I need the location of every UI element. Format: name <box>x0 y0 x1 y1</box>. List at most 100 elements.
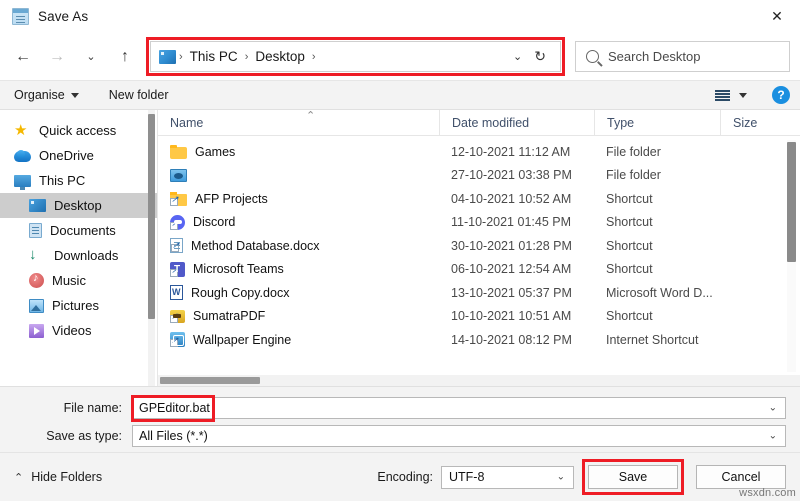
desktop-icon <box>29 199 46 212</box>
file-name-label: SumatraPDF <box>193 309 265 323</box>
downloads-icon: ↓ <box>29 248 46 263</box>
save-button[interactable]: Save <box>588 465 678 489</box>
refresh-icon[interactable]: ↻ <box>532 48 554 65</box>
sidebar-item-videos[interactable]: Videos <box>0 318 157 343</box>
forward-button[interactable]: → <box>40 41 74 73</box>
dialog-footer: ⌃ Hide Folders Encoding: UTF-8 ⌄ Save Ca… <box>0 452 800 501</box>
save-as-type-select[interactable]: All Files (*.*) ⌄ <box>132 425 786 447</box>
search-placeholder: Search Desktop <box>608 49 701 64</box>
search-input[interactable]: Search Desktop <box>575 41 790 72</box>
cancel-button[interactable]: Cancel <box>696 465 786 489</box>
file-type-cell: Shortcut <box>594 309 720 323</box>
file-date-cell: 13-10-2021 05:37 PM <box>439 286 594 300</box>
table-row[interactable]: Discord 11-10-2021 01:45 PM Shortcut <box>158 211 800 235</box>
sidebar-item-quick-access[interactable]: ★ Quick access <box>0 118 157 143</box>
organise-button[interactable]: Organise <box>14 88 79 102</box>
file-name-label: Games <box>195 145 235 159</box>
close-icon[interactable]: ✕ <box>754 0 800 33</box>
chevron-down-icon: ⌄ <box>557 472 565 483</box>
up-button[interactable]: ↑ <box>108 41 142 73</box>
file-name-cell: Microsoft Teams <box>158 262 439 277</box>
hide-folders-button[interactable]: ⌃ Hide Folders <box>14 470 102 484</box>
file-type-cell: Microsoft Word D... <box>594 286 720 300</box>
table-row[interactable]: Games 12-10-2021 11:12 AM File folder <box>158 140 800 164</box>
sidebar-item-this-pc[interactable]: This PC <box>0 168 157 193</box>
file-date-cell: 10-10-2021 10:51 AM <box>439 309 594 323</box>
encoding-value: UTF-8 <box>449 470 484 484</box>
view-caret-down-icon[interactable] <box>739 93 747 98</box>
column-header-type[interactable]: Type <box>594 110 720 136</box>
navigation-bar: ← → ⌄ ↑ › This PC › Desktop › ⌄ ↻ Search… <box>0 33 800 80</box>
sidebar-item-desktop[interactable]: Desktop <box>0 193 157 218</box>
file-name-cell: Rough Copy.docx <box>158 285 439 300</box>
table-row[interactable]: 27-10-2021 03:38 PM File folder <box>158 164 800 188</box>
sidebar-item-onedrive[interactable]: OneDrive <box>0 143 157 168</box>
sidebar-item-pictures[interactable]: Pictures <box>0 293 157 318</box>
star-icon: ★ <box>14 123 31 138</box>
save-as-type-value: All Files (*.*) <box>139 429 208 443</box>
file-name-cell: SumatraPDF <box>158 309 439 323</box>
navigation-sidebar: ★ Quick access OneDrive This PC Desktop … <box>0 110 157 386</box>
encoding-label: Encoding: <box>377 470 433 484</box>
sidebar-item-label: Quick access <box>39 123 116 138</box>
dialog-body: ★ Quick access OneDrive This PC Desktop … <box>0 110 800 387</box>
file-type-cell: Shortcut <box>594 192 720 206</box>
sumatrapdf-icon <box>170 310 185 323</box>
new-folder-button[interactable]: New folder <box>109 88 169 102</box>
file-list-hscrollbar-thumb[interactable] <box>160 377 260 384</box>
encoding-select[interactable]: UTF-8 ⌄ <box>441 466 574 489</box>
sidebar-item-label: Videos <box>52 323 92 338</box>
sidebar-item-label: Documents <box>50 223 116 238</box>
table-row[interactable]: AFP Projects 04-10-2021 10:52 AM Shortcu… <box>158 187 800 211</box>
file-name-cell <box>158 169 439 182</box>
fields-area: File name: GPEditor.bat ⌄ Save as type: … <box>0 387 800 452</box>
documents-icon <box>29 223 42 238</box>
breadcrumb-this-pc[interactable]: This PC <box>184 49 244 64</box>
column-header-date-label: Date modified <box>452 116 529 130</box>
file-type-cell: Shortcut <box>594 239 720 253</box>
file-name-label: Microsoft Teams <box>193 262 284 276</box>
this-pc-icon <box>159 50 176 64</box>
organise-label: Organise <box>14 88 65 102</box>
view-controls: ? <box>715 86 790 104</box>
chevron-down-icon[interactable]: ⌄ <box>769 403 777 414</box>
breadcrumb-desktop[interactable]: Desktop <box>249 49 311 64</box>
file-date-cell: 30-10-2021 01:28 PM <box>439 239 594 253</box>
network-folder-icon <box>170 169 187 182</box>
window-title: Save As <box>38 9 88 24</box>
column-header-size[interactable]: Size <box>720 110 778 136</box>
file-name-cell: Games <box>158 145 439 159</box>
file-rows: Games 12-10-2021 11:12 AM File folder 27… <box>158 136 800 386</box>
file-list-scrollbar-thumb[interactable] <box>787 142 796 262</box>
sidebar-scrollbar-thumb[interactable] <box>148 114 155 319</box>
file-name-cell: AFP Projects <box>158 192 439 206</box>
file-name-cell: Discord <box>158 215 439 230</box>
table-row[interactable]: Microsoft Teams 06-10-2021 12:54 AM Shor… <box>158 258 800 282</box>
chevron-down-icon[interactable]: ⌄ <box>769 431 777 442</box>
this-pc-icon <box>14 175 31 187</box>
table-row[interactable]: Rough Copy.docx 13-10-2021 05:37 PM Micr… <box>158 281 800 305</box>
table-row[interactable]: Wallpaper Engine 14-10-2021 08:12 PM Int… <box>158 328 800 352</box>
table-row[interactable]: SumatraPDF 10-10-2021 10:51 AM Shortcut <box>158 305 800 329</box>
list-view-icon[interactable] <box>715 90 730 101</box>
help-icon[interactable]: ? <box>772 86 790 104</box>
sidebar-item-documents[interactable]: Documents <box>0 218 157 243</box>
table-row[interactable]: Method Database.docx 30-10-2021 01:28 PM… <box>158 234 800 258</box>
sidebar-item-downloads[interactable]: ↓ Downloads <box>0 243 157 268</box>
file-name-input[interactable]: GPEditor.bat ⌄ <box>132 397 786 419</box>
file-type-cell: File folder <box>594 168 720 182</box>
sort-ascending-icon: ⌃ <box>306 109 315 122</box>
address-bar[interactable]: › This PC › Desktop › ⌄ ↻ <box>150 41 561 72</box>
chevron-down-icon[interactable]: ⌄ <box>503 50 532 63</box>
breadcrumb-separator: › <box>311 51 317 63</box>
sidebar-item-label: Pictures <box>52 298 99 313</box>
file-date-cell: 27-10-2021 03:38 PM <box>439 168 594 182</box>
search-icon <box>586 50 599 63</box>
back-button[interactable]: ← <box>6 41 40 73</box>
column-header-name-label: Name <box>170 116 203 130</box>
sidebar-item-music[interactable]: Music <box>0 268 157 293</box>
column-header-date-modified[interactable]: Date modified <box>439 110 594 136</box>
recent-locations-button[interactable]: ⌄ <box>74 41 108 73</box>
document-shortcut-icon <box>170 238 183 253</box>
column-header-name[interactable]: Name ⌃ <box>158 110 439 136</box>
